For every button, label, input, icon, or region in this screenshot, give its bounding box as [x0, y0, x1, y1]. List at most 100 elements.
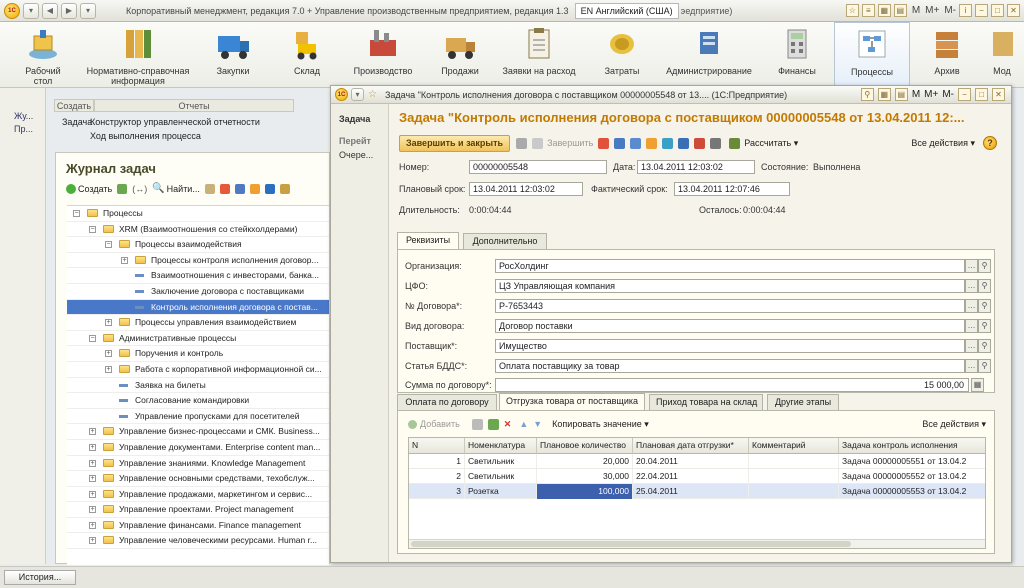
section-costs[interactable]: Затраты	[604, 26, 640, 76]
expand-icon[interactable]: +	[89, 521, 96, 529]
all-actions-button[interactable]: Все действия ▾	[911, 138, 975, 149]
date-field[interactable]: 13.04.2011 12:03:02	[637, 160, 755, 174]
complete-button[interactable]: Завершить	[547, 138, 593, 148]
expand-icon[interactable]: +	[89, 443, 96, 451]
language-indicator[interactable]: EN Английский (США)	[574, 2, 679, 19]
doc-nav-queue[interactable]: Очере...	[339, 150, 373, 160]
org-select-button[interactable]: …	[965, 259, 978, 273]
contract-select-button[interactable]: …	[965, 299, 978, 313]
edit-icon[interactable]	[117, 183, 128, 194]
contract-no-field[interactable]: Р-7653443	[495, 299, 965, 313]
sum-field[interactable]: 15 000,00	[495, 378, 969, 392]
expand-icon[interactable]: +	[89, 506, 96, 514]
collapse-icon[interactable]: −	[105, 241, 112, 249]
bdds-select-button[interactable]: …	[965, 359, 978, 373]
filter-icon[interactable]	[279, 183, 290, 194]
tab-receipt[interactable]: Приход товара на склад	[649, 394, 763, 410]
close-icon[interactable]: ✕	[992, 88, 1005, 101]
maximize-icon[interactable]: □	[991, 4, 1004, 17]
info-icon[interactable]: i	[959, 4, 972, 17]
horizontal-scrollbar[interactable]	[409, 539, 985, 548]
memory-mplus[interactable]: M+	[925, 5, 939, 16]
memory-mminus[interactable]: M-	[944, 5, 956, 16]
org-open-icon[interactable]: ⚲	[978, 259, 991, 273]
add-row-button[interactable]: Добавить	[408, 419, 460, 429]
forward-arrow-icon[interactable]: ▶	[61, 2, 77, 19]
calculator-icon[interactable]: ▤	[893, 4, 907, 17]
minus-icon[interactable]	[249, 183, 260, 194]
section-admin[interactable]: Администрирование	[666, 26, 752, 76]
section-nsi[interactable]: Нормативно-справочная информация	[86, 26, 190, 86]
expand-icon[interactable]: +	[89, 428, 96, 436]
tree-row-selected[interactable]: Контроль исполнения договора с постав...	[67, 299, 329, 316]
expand-icon[interactable]: +	[89, 537, 96, 545]
tree-row[interactable]: + Управление продажами, маркетингом и сер…	[67, 487, 329, 503]
move-up-icon[interactable]: ▲	[519, 419, 528, 429]
contract-type-field[interactable]: Договор поставки	[495, 319, 965, 333]
bdds-field[interactable]: Оплата поставщику за товар	[495, 359, 965, 373]
tree-row[interactable]: + Процессы управления взаимодействием	[67, 315, 329, 331]
cell-qty-active[interactable]: 100,000	[537, 484, 633, 499]
column-header-n[interactable]: N	[409, 438, 465, 454]
report-constructor-link[interactable]: Конструктор управленческой отчетности	[90, 117, 260, 127]
minimize-icon[interactable]: −	[975, 4, 988, 17]
collapse-icon[interactable]: −	[73, 210, 80, 217]
number-field[interactable]: 00000005548	[469, 160, 607, 174]
link-icon[interactable]: ⚲	[860, 88, 874, 101]
cfo-select-button[interactable]: …	[965, 279, 978, 293]
column-header-qty[interactable]: Плановое количество	[537, 438, 633, 454]
collapse-icon[interactable]: −	[89, 334, 96, 342]
find-button[interactable]: 🔍 Найти...	[152, 183, 200, 194]
report-icon[interactable]	[219, 183, 230, 194]
tab-additional[interactable]: Дополнительно	[463, 233, 547, 249]
back-arrow-icon[interactable]: ◀	[42, 2, 58, 19]
bdds-open-icon[interactable]: ⚲	[978, 359, 991, 373]
tree-row[interactable]: + Управление знаниями. Knowledge Manageme…	[67, 456, 329, 472]
supplier-select-button[interactable]: …	[965, 339, 978, 353]
task-tree[interactable]: − Процессы − XRM (Взаимоотношения со стейкх…	[67, 205, 329, 565]
tree-row[interactable]: + Управление основными средствами, техобс…	[67, 471, 329, 487]
tree-row[interactable]: + Поручения и контроль	[67, 346, 329, 362]
expand-icon[interactable]: +	[105, 350, 112, 358]
report-icon[interactable]	[598, 137, 610, 149]
tree-row[interactable]: Заключение договора с поставщиками	[67, 284, 329, 300]
close-icon[interactable]: ✕	[1007, 4, 1020, 17]
print-icon[interactable]	[710, 137, 722, 149]
calculator-icon[interactable]: ▤	[894, 88, 908, 101]
complete-and-close-button[interactable]: Завершить и закрыть	[399, 134, 511, 152]
section-sales[interactable]: Продажи	[440, 26, 480, 76]
supplier-field[interactable]: Имущество	[495, 339, 965, 353]
star-icon[interactable]: ☆	[845, 4, 859, 17]
save-icon[interactable]	[516, 137, 528, 149]
cfo-field[interactable]: ЦЗ Управляющая компания	[495, 279, 965, 293]
column-header-comment[interactable]: Комментарий	[749, 438, 839, 454]
memory-mminus[interactable]: M-	[942, 89, 954, 100]
copy-row-icon[interactable]	[471, 418, 483, 430]
section-production[interactable]: Производство	[352, 26, 414, 76]
scrollbar-thumb[interactable]	[411, 541, 851, 547]
section-requests[interactable]: Заявки на расход	[500, 26, 578, 76]
contract-open-icon[interactable]: ⚲	[978, 299, 991, 313]
tree-row[interactable]: + Управление документами. Enterprise cont…	[67, 440, 329, 456]
expand-icon[interactable]: +	[89, 475, 96, 483]
expand-icon[interactable]: +	[89, 490, 96, 498]
help-icon[interactable]: ?	[983, 136, 997, 150]
column-header-date[interactable]: Плановая дата отгрузки*	[633, 438, 749, 454]
tab-payment[interactable]: Оплата по договору	[397, 394, 497, 410]
doc-nav-task[interactable]: Задача	[339, 114, 370, 124]
window-menu-icon[interactable]: ▾	[351, 88, 364, 101]
tree-row[interactable]: − Процессы	[67, 206, 329, 222]
fact-date-field[interactable]: 13.04.2011 12:07:46	[674, 182, 790, 196]
history-button[interactable]: История...	[4, 570, 76, 585]
section-module[interactable]: Мод	[984, 26, 1020, 76]
section-finance[interactable]: Финансы	[776, 26, 818, 76]
tree-row[interactable]: + Управление проектами. Project managemen…	[67, 502, 329, 518]
create-task-link[interactable]: Задача	[62, 117, 92, 127]
column-header-item[interactable]: Номенклатура	[465, 438, 537, 454]
task-icon[interactable]	[234, 183, 245, 194]
task-icon[interactable]	[678, 137, 690, 149]
org-field[interactable]: РосХолдинг	[495, 259, 965, 273]
edit-icon[interactable]	[487, 418, 499, 430]
tab-requisites[interactable]: Реквизиты	[397, 232, 459, 249]
plan-date-field[interactable]: 13.04.2011 12:03:02	[469, 182, 583, 196]
